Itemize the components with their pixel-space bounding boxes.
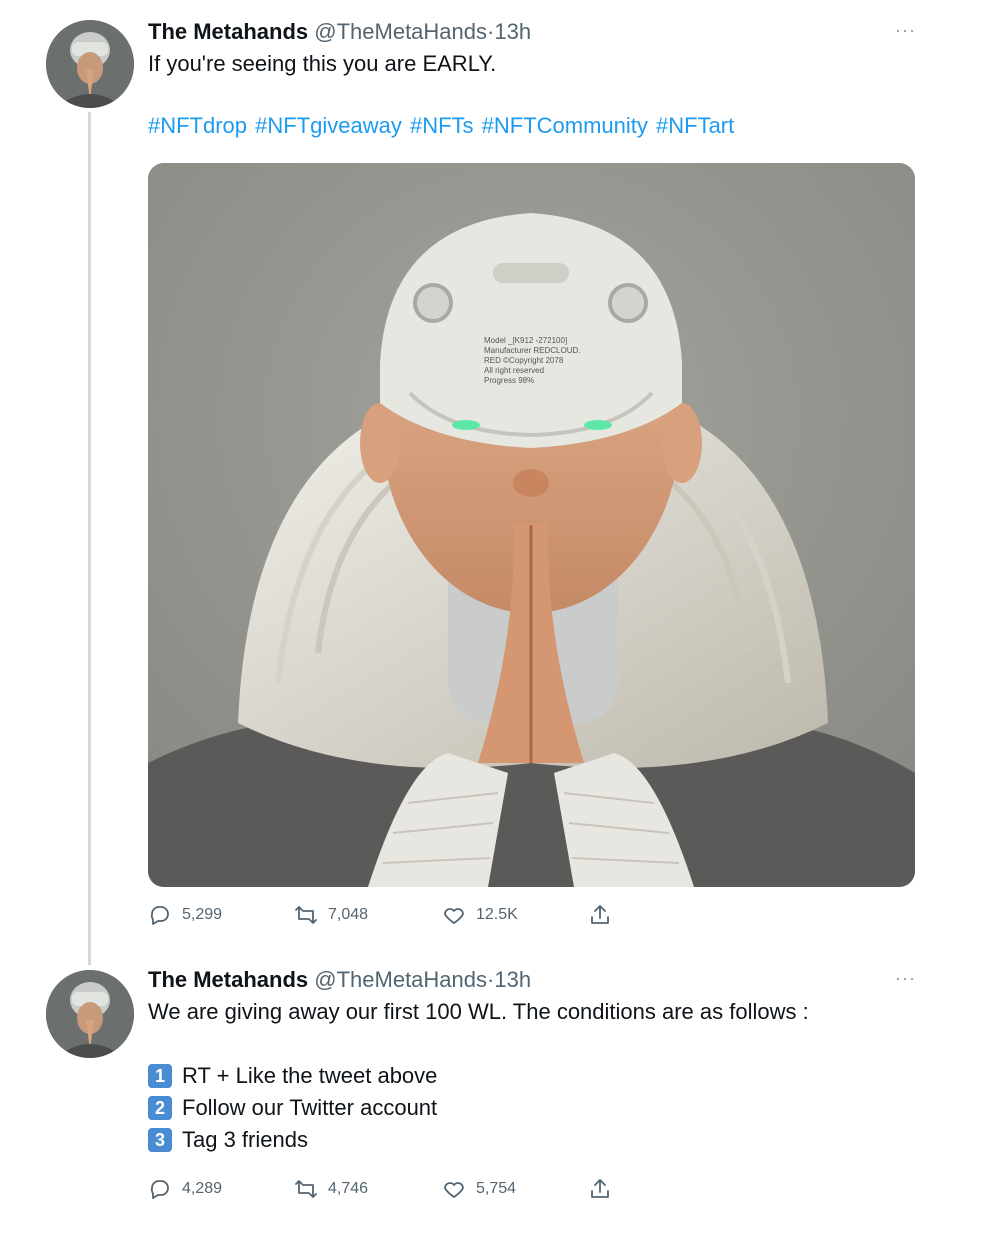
reply-count: 4,289 <box>182 1180 223 1197</box>
reply-button[interactable]: 4,289 <box>148 1177 222 1201</box>
avatar[interactable] <box>46 20 134 108</box>
share-icon <box>591 905 609 924</box>
more-icon[interactable]: ··· <box>895 968 916 989</box>
reply-icon <box>150 1180 169 1199</box>
reply-button[interactable]: 5,299 <box>148 903 222 927</box>
like-count: 12.5K <box>476 906 518 923</box>
svg-text:Progress 98%: Progress 98% <box>484 376 534 385</box>
nft-artwork: Model _[K912 -272100] Manufacturer REDCL… <box>148 163 915 887</box>
svg-text:RED ©Copyright 2078: RED ©Copyright 2078 <box>484 356 564 365</box>
list-item-label: Tag 3 friends <box>182 1127 308 1152</box>
list-item: 3 Tag 3 friends <box>148 1124 916 1156</box>
svg-text:All right reserved: All right reserved <box>484 366 544 375</box>
retweet-button[interactable]: 7,048 <box>294 903 368 927</box>
display-name[interactable]: The Metahands <box>148 967 308 992</box>
share-button[interactable] <box>588 1177 622 1201</box>
tweet-actions: 4,289 4,746 5,754 <box>148 1176 748 1202</box>
tweet-text: We are giving away our first 100 WL. The… <box>148 999 809 1024</box>
share-button[interactable] <box>588 903 622 927</box>
reply-count: 5,299 <box>182 906 223 923</box>
hashtag-links[interactable]: #NFTdrop #NFTgiveaway #NFTs #NFTCommunit… <box>148 112 916 140</box>
like-button[interactable]: 12.5K <box>442 903 518 927</box>
like-button[interactable]: 5,754 <box>442 1177 516 1201</box>
thread-connector-line <box>88 112 91 965</box>
handle[interactable]: @TheMetaHands <box>314 19 487 44</box>
keycap-number-icon: 1 <box>148 1064 172 1088</box>
conditions-list: 1 RT + Like the tweet above 2 Follow our… <box>148 1060 916 1156</box>
tweet-header: The Metahands @TheMetaHands·13h <box>148 18 916 46</box>
tweet-text: If you're seeing this you are EARLY. <box>148 51 497 76</box>
retweet-count: 4,746 <box>328 1180 369 1197</box>
tweet-2[interactable]: The Metahands @TheMetaHands·13h ··· We a… <box>148 966 916 1156</box>
list-item: 1 RT + Like the tweet above <box>148 1060 916 1092</box>
retweet-icon <box>295 906 317 924</box>
list-item-label: RT + Like the tweet above <box>182 1063 438 1088</box>
tweet-1[interactable]: The Metahands @TheMetaHands·13h ··· If y… <box>148 18 916 140</box>
timestamp[interactable]: 13h <box>494 19 531 44</box>
avatar[interactable] <box>46 970 134 1058</box>
avatar-image <box>46 20 134 108</box>
helmet-label-text: Model _[K912 -272100] <box>484 336 567 345</box>
more-icon[interactable]: ··· <box>895 20 916 41</box>
list-item-label: Follow our Twitter account <box>182 1095 438 1120</box>
like-icon <box>444 908 464 924</box>
avatar-image <box>46 970 134 1058</box>
tweet-media-image[interactable]: Model _[K912 -272100] Manufacturer REDCL… <box>148 163 915 887</box>
like-icon <box>444 1182 464 1198</box>
retweet-button[interactable]: 4,746 <box>294 1177 368 1201</box>
list-item: 2 Follow our Twitter account <box>148 1092 916 1124</box>
retweet-count: 7,048 <box>328 906 369 923</box>
tweet-actions: 5,299 7,048 12.5K <box>148 902 748 928</box>
keycap-number-icon: 3 <box>148 1128 172 1152</box>
reply-icon <box>150 906 169 925</box>
handle[interactable]: @TheMetaHands <box>314 967 487 992</box>
retweet-icon <box>295 1180 317 1198</box>
svg-text:Manufacturer REDCLOUD.: Manufacturer REDCLOUD. <box>484 346 580 355</box>
like-count: 5,754 <box>476 1180 517 1197</box>
share-icon <box>591 1179 609 1198</box>
timestamp[interactable]: 13h <box>494 967 531 992</box>
keycap-number-icon: 2 <box>148 1096 172 1120</box>
display-name[interactable]: The Metahands <box>148 19 308 44</box>
tweet-header: The Metahands @TheMetaHands·13h <box>148 966 916 994</box>
